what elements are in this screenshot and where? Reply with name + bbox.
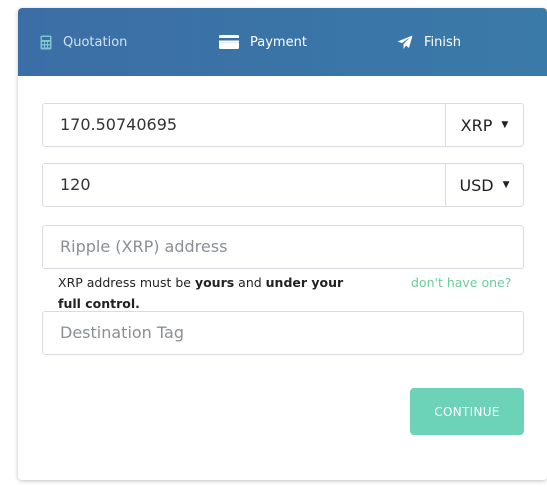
step-quotation[interactable]: Quotation bbox=[40, 8, 127, 76]
exchange-card: Quotation Payment Finish 170.50740695 XR… bbox=[18, 8, 547, 480]
caret-down-icon: ▼ bbox=[502, 180, 510, 190]
step-quotation-label: Quotation bbox=[63, 34, 128, 50]
paper-plane-icon bbox=[397, 35, 413, 50]
fiat-amount-field[interactable]: 120 USD ▼ bbox=[42, 163, 524, 207]
step-finish-label: Finish bbox=[424, 34, 462, 50]
destination-tag-placeholder: Destination Tag bbox=[60, 323, 184, 342]
fiat-amount-value: 120 bbox=[60, 175, 91, 194]
crypto-amount-value: 170.50740695 bbox=[60, 115, 178, 134]
no-address-link[interactable]: don't have one? bbox=[411, 272, 511, 293]
destination-tag-field[interactable]: Destination Tag bbox=[42, 311, 524, 355]
note-prefix: XRP address must be bbox=[58, 275, 195, 290]
note-mid: and bbox=[234, 275, 266, 290]
step-payment-label: Payment bbox=[250, 34, 307, 50]
xrp-address-placeholder: Ripple (XRP) address bbox=[60, 237, 228, 256]
fiat-currency-select[interactable]: USD ▼ bbox=[445, 164, 523, 206]
crypto-currency-select[interactable]: XRP ▼ bbox=[445, 104, 523, 146]
crypto-amount-field[interactable]: 170.50740695 XRP ▼ bbox=[42, 103, 524, 147]
continue-button[interactable]: CONTINUE bbox=[410, 388, 524, 435]
step-finish[interactable]: Finish bbox=[397, 8, 461, 76]
step-payment[interactable]: Payment bbox=[219, 8, 307, 76]
caret-down-icon: ▼ bbox=[501, 120, 509, 130]
steps-header: Quotation Payment Finish bbox=[18, 8, 547, 76]
note-bold-yours: yours bbox=[194, 275, 235, 290]
crypto-currency-value: XRP bbox=[460, 115, 493, 135]
calculator-icon bbox=[40, 35, 52, 50]
fiat-currency-value: USD bbox=[459, 175, 494, 195]
credit-card-icon bbox=[219, 35, 239, 49]
xrp-address-field[interactable]: Ripple (XRP) address bbox=[42, 225, 524, 269]
address-note: XRP address must be yours and under your… bbox=[58, 272, 358, 314]
